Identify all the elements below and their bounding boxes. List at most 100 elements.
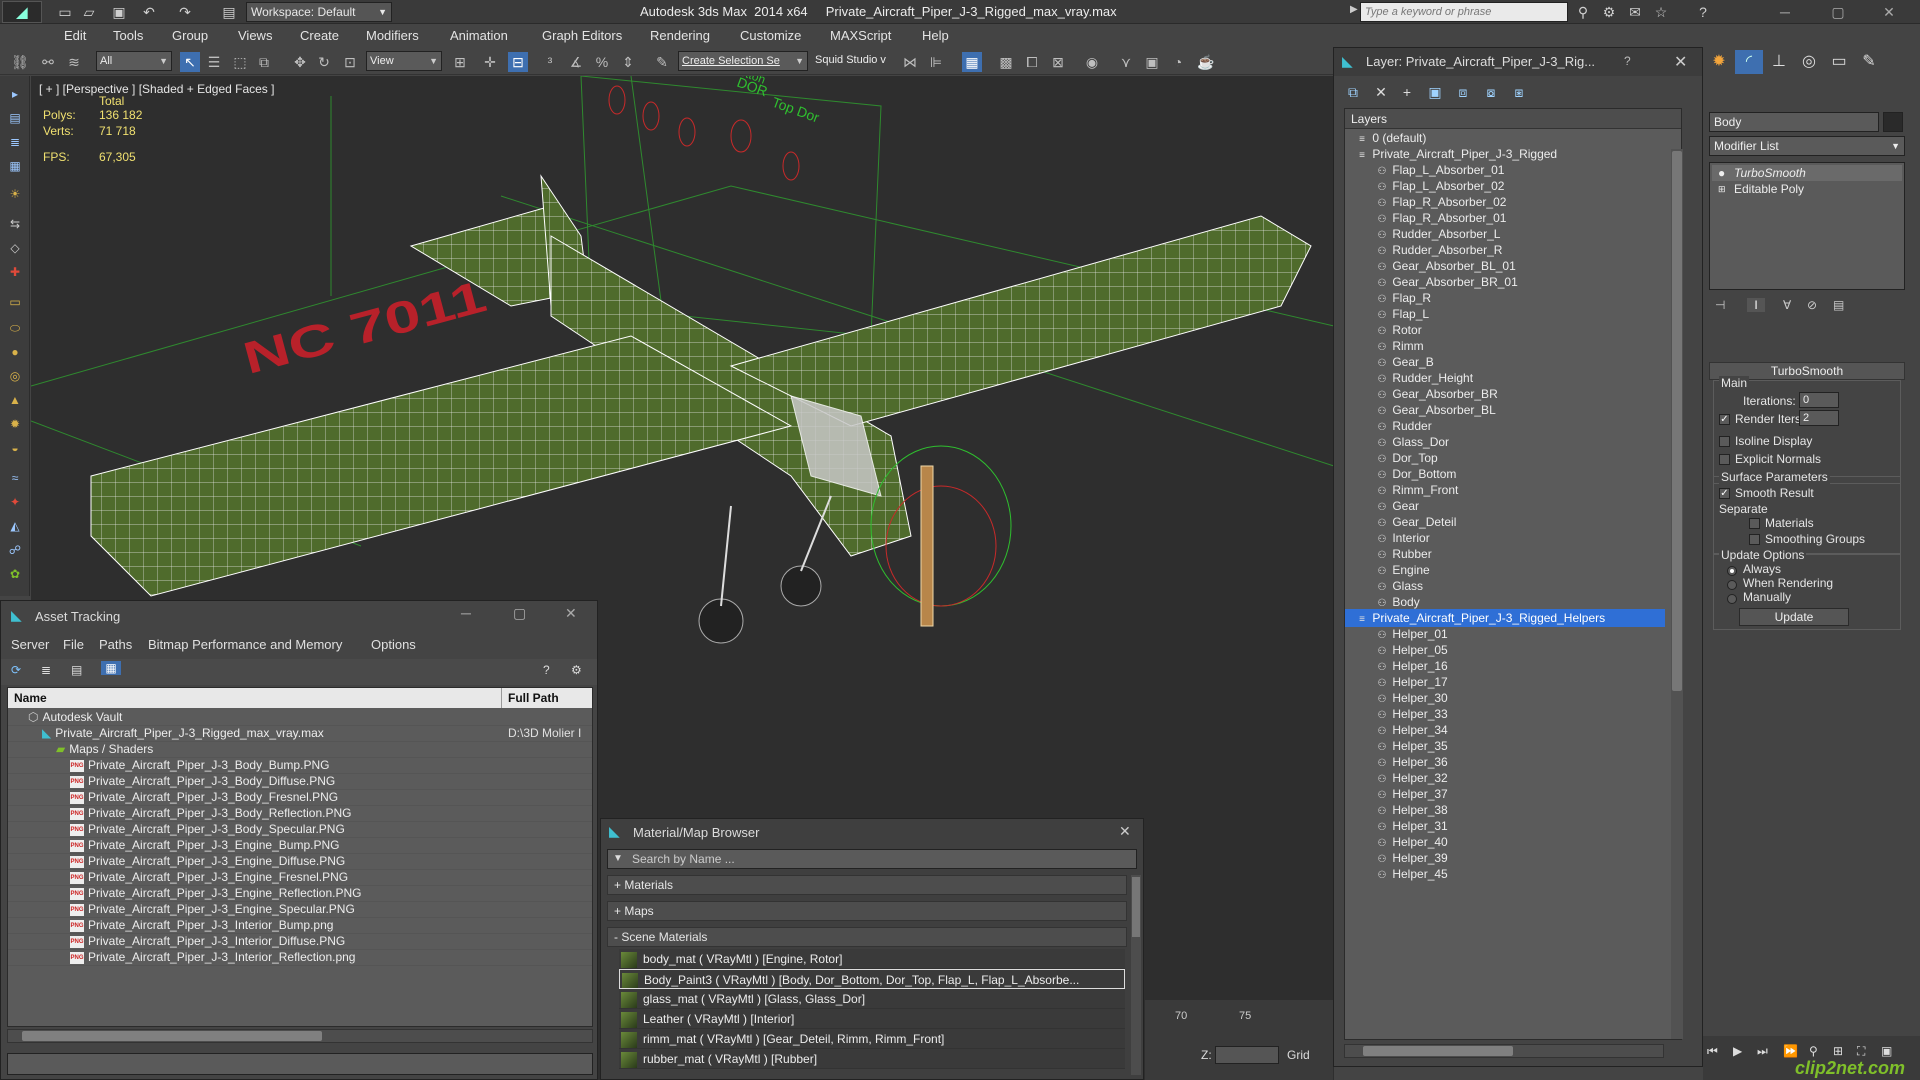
section-scene-materials[interactable]: - Scene Materials bbox=[607, 927, 1127, 947]
material-item[interactable]: body_mat ( VRayMtl ) [Engine, Rotor] bbox=[619, 949, 1125, 969]
asset-tracking-titlebar[interactable]: ◣ Asset Tracking ─ ▢ ✕ bbox=[1, 601, 597, 631]
pivot-center-icon[interactable]: ⊞ bbox=[450, 52, 470, 72]
display-tab-icon[interactable]: ▭ bbox=[1825, 50, 1853, 74]
material-browser-close-icon[interactable]: ✕ bbox=[1119, 823, 1131, 840]
mirror-icon[interactable]: ⋈ bbox=[900, 52, 920, 72]
create-tab-icon[interactable]: ✹ bbox=[1705, 50, 1733, 74]
workspace-dropdown[interactable]: Workspace: Default ▼ bbox=[246, 2, 392, 22]
asset-hscroll-thumb[interactable] bbox=[22, 1031, 322, 1041]
material-item[interactable]: glass_mat ( VRayMtl ) [Glass, Glass_Dor] bbox=[619, 989, 1125, 1009]
material-scroll-thumb[interactable] bbox=[1132, 877, 1140, 937]
layer-dialog-titlebar[interactable]: ◣ Layer: Private_Aircraft_Piper_J-3_Rig.… bbox=[1334, 48, 1702, 76]
rect-selection-icon[interactable]: ⬚ bbox=[230, 52, 250, 72]
zoom-extents-icon[interactable]: ⊞ bbox=[1833, 1044, 1843, 1058]
torus-tool-icon[interactable]: ◎ bbox=[7, 368, 23, 384]
bind-space-warp-icon[interactable]: ≋ bbox=[64, 52, 84, 72]
communication-icon[interactable]: ✉ bbox=[1626, 3, 1644, 21]
binoculars-icon[interactable]: ⚲ bbox=[1574, 3, 1592, 21]
grid-tool-icon[interactable]: ▦ bbox=[7, 158, 23, 174]
asset-menu-server[interactable]: Server bbox=[11, 637, 49, 652]
rotate-icon[interactable]: ↻ bbox=[314, 52, 334, 72]
hierarchy-tab-icon[interactable]: ⊥ bbox=[1765, 50, 1793, 74]
favorites-star-icon[interactable]: ☆ bbox=[1652, 3, 1670, 21]
menu-customize[interactable]: Customize bbox=[740, 28, 801, 43]
menu-edit[interactable]: Edit bbox=[64, 28, 86, 43]
list-tool-icon[interactable]: ≣ bbox=[7, 134, 23, 150]
asset-row[interactable]: PNG Private_Aircraft_Piper_J-3_Interior_R… bbox=[8, 948, 592, 966]
layers-vertical-scrollbar[interactable] bbox=[1671, 149, 1683, 1039]
layer-help-icon[interactable]: ? bbox=[1624, 54, 1631, 68]
layers-list[interactable]: Layers ≡ 0 (default) ≡ Private_Aircraft_P… bbox=[1344, 108, 1683, 1040]
add-to-layer-icon[interactable]: + bbox=[1396, 82, 1418, 102]
cone-tool-icon[interactable]: ▲ bbox=[7, 392, 23, 408]
pin-stack-icon[interactable]: ⊣ bbox=[1715, 298, 1725, 312]
asset-maximize-icon[interactable]: ▢ bbox=[513, 605, 526, 622]
next-frame-icon[interactable]: ⏭ bbox=[1757, 1044, 1768, 1059]
unlink-icon[interactable]: ⚯ bbox=[38, 52, 58, 72]
expand-plus-icon[interactable]: ⊞ bbox=[1718, 181, 1726, 197]
asset-close-icon[interactable]: ✕ bbox=[565, 605, 577, 622]
make-unique-icon[interactable]: ∀ bbox=[1783, 298, 1791, 312]
keyboard-shortcut-icon[interactable]: ⊟ bbox=[508, 52, 528, 72]
percent-snap-icon[interactable]: % bbox=[592, 52, 612, 72]
bones-tool-icon[interactable]: ☍ bbox=[7, 542, 23, 558]
shape-tool-icon[interactable]: ◇ bbox=[7, 240, 23, 256]
maximize-viewport-icon[interactable]: ▣ bbox=[1881, 1044, 1892, 1058]
asset-menu-options[interactable]: Options bbox=[371, 637, 416, 652]
menu-group[interactable]: Group bbox=[172, 28, 208, 43]
time-slider[interactable]: 70 75 Z: Grid bbox=[1145, 1000, 1333, 1080]
update-button[interactable]: Update bbox=[1739, 608, 1849, 626]
mesh-tool-icon[interactable]: ◭ bbox=[7, 518, 23, 534]
reference-coord-dropdown[interactable]: View ▼ bbox=[366, 51, 442, 71]
object-tool-icon[interactable]: ▤ bbox=[7, 110, 23, 126]
modifier-stack[interactable]: ● TurboSmooth ⊞ Editable Poly bbox=[1709, 162, 1905, 290]
sun-tool-icon[interactable]: ✹ bbox=[7, 416, 23, 432]
move-icon[interactable]: ✥ bbox=[290, 52, 310, 72]
material-search-input[interactable]: Search by Name ... bbox=[607, 849, 1137, 869]
material-item[interactable]: rubber_mat ( VRayMtl ) [Rubber] bbox=[619, 1049, 1125, 1069]
asset-menu-bitmap-performance[interactable]: Bitmap Performance and Memory bbox=[148, 637, 342, 652]
sphere-tool-icon[interactable]: ● bbox=[7, 344, 23, 360]
menu-animation[interactable]: Animation bbox=[450, 28, 508, 43]
plant-tool-icon[interactable]: ✿ bbox=[7, 566, 23, 582]
selection-filter-dropdown[interactable]: All ▼ bbox=[96, 51, 172, 71]
asset-col-full-path[interactable]: Full Path bbox=[502, 688, 592, 708]
rendered-frame-icon[interactable]: ▣ bbox=[1142, 52, 1162, 72]
open-file-icon[interactable]: ▱ bbox=[80, 3, 98, 21]
goto-end-icon[interactable]: ⏩ bbox=[1783, 1044, 1798, 1058]
layers-column-header[interactable]: Layers bbox=[1345, 109, 1681, 129]
snaps-toggle-icon[interactable]: ³ bbox=[540, 52, 560, 72]
material-browser-options-icon[interactable]: ▼ bbox=[613, 853, 623, 864]
transform-tool-icon[interactable]: ⇆ bbox=[7, 216, 23, 232]
help-icon[interactable]: ? bbox=[1694, 3, 1712, 21]
select-tool-icon[interactable]: ▸ bbox=[7, 86, 23, 102]
close-icon[interactable]: ✕ bbox=[1874, 2, 1904, 22]
particle-tool-icon[interactable]: ✦ bbox=[7, 494, 23, 510]
explicit-normals-checkbox[interactable] bbox=[1719, 454, 1730, 465]
configure-modifier-sets-icon[interactable]: ▤ bbox=[1833, 298, 1844, 312]
save-icon[interactable]: ▣ bbox=[110, 3, 128, 21]
hide-all-layers-icon[interactable]: ⧇ bbox=[1480, 82, 1502, 102]
redo-icon[interactable]: ↷ bbox=[176, 3, 194, 21]
render-iters-checkbox[interactable]: ✓ bbox=[1719, 414, 1730, 425]
asset-col-name[interactable]: Name bbox=[8, 688, 502, 708]
asset-menu-paths[interactable]: Paths bbox=[99, 637, 132, 652]
utilities-tab-icon[interactable]: ✎ bbox=[1855, 50, 1883, 74]
select-layer-objects-icon[interactable]: ▣ bbox=[1424, 82, 1446, 102]
object-name-field[interactable]: Body bbox=[1709, 112, 1879, 132]
material-vertical-scrollbar[interactable] bbox=[1131, 875, 1141, 1075]
squid-studio-label[interactable]: Squid Studio v bbox=[812, 51, 892, 71]
asset-minimize-icon[interactable]: ─ bbox=[461, 605, 471, 621]
link-icon[interactable]: ⛓ bbox=[10, 52, 30, 72]
asset-horizontal-scrollbar[interactable] bbox=[7, 1029, 593, 1043]
separate-materials-checkbox[interactable] bbox=[1749, 518, 1760, 529]
asset-help-icon[interactable]: ? bbox=[543, 663, 550, 677]
layer-row[interactable]: ⚇ Helper_45 bbox=[1345, 865, 1665, 883]
new-file-icon[interactable]: ▭ bbox=[56, 3, 74, 21]
render-setup-icon[interactable]: ⋎ bbox=[1116, 52, 1136, 72]
delete-layer-icon[interactable]: ✕ bbox=[1370, 82, 1392, 102]
smooth-result-checkbox[interactable]: ✓ bbox=[1719, 488, 1730, 499]
render-production-icon[interactable]: ◔ bbox=[1168, 52, 1188, 72]
field-of-view-icon[interactable]: ⛶ bbox=[1857, 1044, 1865, 1059]
menu-views[interactable]: Views bbox=[238, 28, 272, 43]
